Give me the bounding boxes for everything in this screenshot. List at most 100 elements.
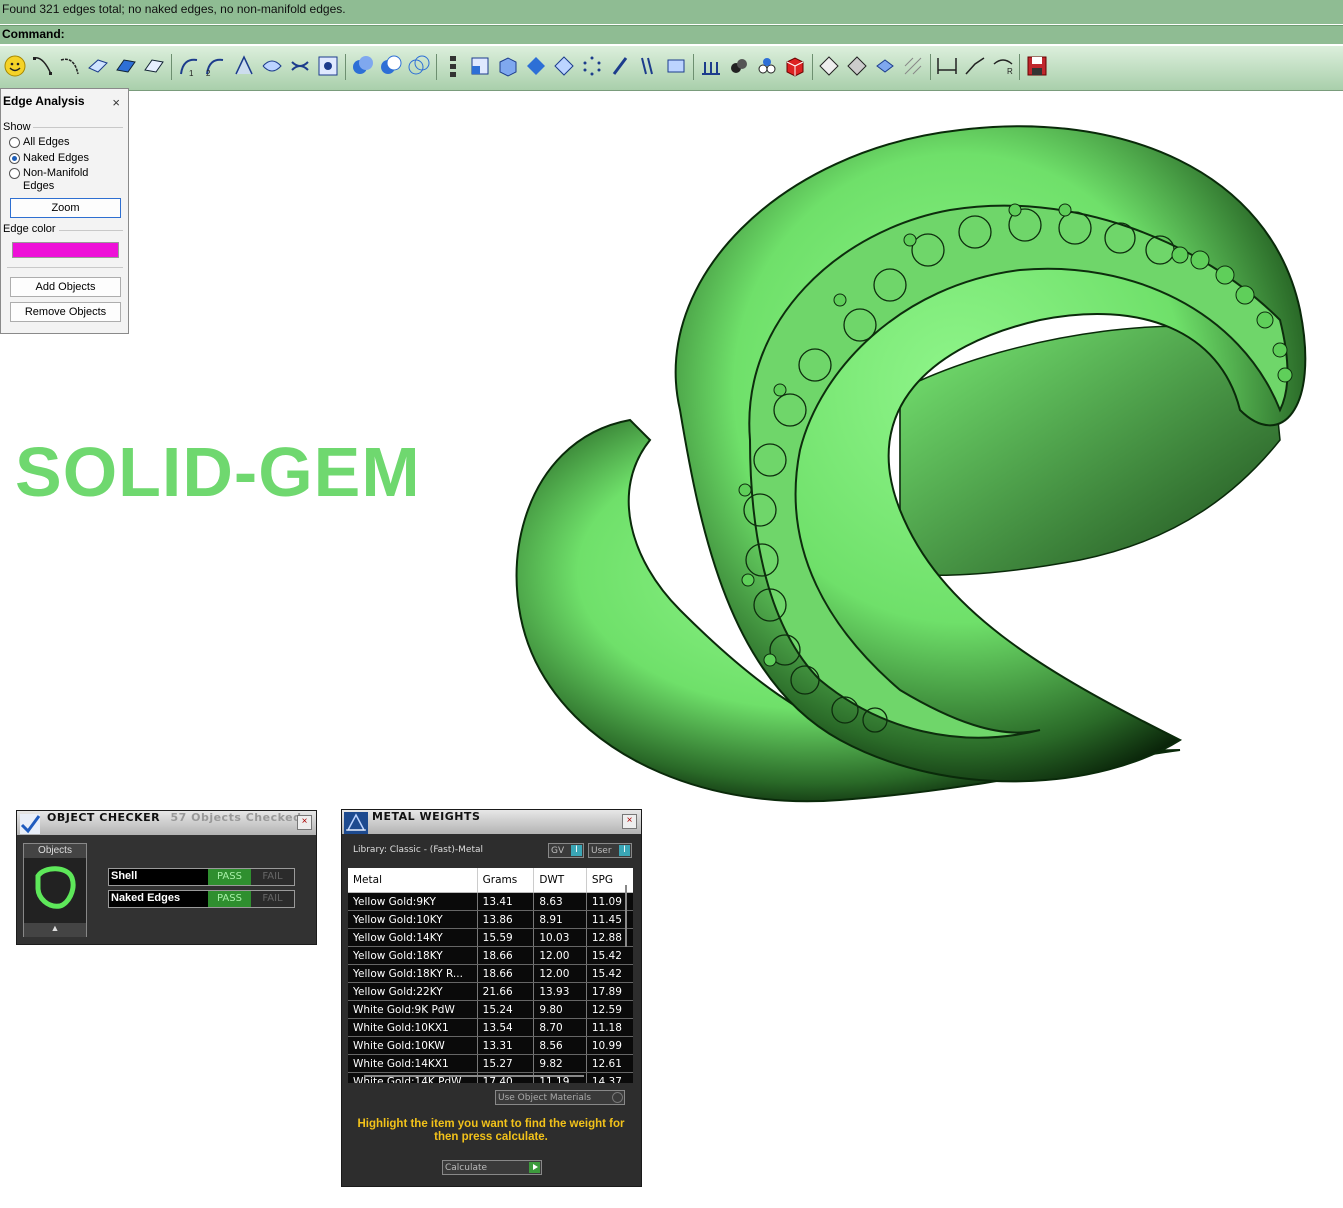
table-cell: 8.63 [533, 892, 587, 911]
surface-icon[interactable] [86, 54, 110, 78]
table-row[interactable]: Yellow Gold:18KY 18.66 12.00 15.42 [348, 946, 633, 965]
rail-icon[interactable]: 1 [177, 54, 201, 78]
command-prompt[interactable]: Command: [0, 25, 1343, 44]
table-cell: 11.18 [586, 1018, 633, 1037]
materials-select[interactable]: Use Object Materials [495, 1090, 625, 1105]
gem-cluster-icon[interactable] [727, 54, 751, 78]
table-cell: White Gold:10KW [348, 1036, 478, 1055]
table-cell: 15.42 [586, 964, 633, 983]
column-header[interactable]: DWT [533, 868, 587, 893]
box-3d-icon[interactable] [496, 54, 520, 78]
table-row[interactable]: White Gold:9K PdW 15.24 9.80 12.59 [348, 1000, 633, 1019]
table-cell: Yellow Gold:22KY [348, 982, 478, 1001]
radio-icon [9, 168, 20, 179]
box-icon[interactable] [468, 54, 492, 78]
gem-select-2-icon[interactable] [845, 54, 869, 78]
library-label: Library: Classic - (Fast)-Metal [353, 845, 484, 855]
user-toggle[interactable]: User I [588, 843, 632, 858]
column-header[interactable]: Metal [348, 868, 478, 893]
metal-weights-panel: METAL WEIGHTS × Library: Classic - (Fast… [341, 809, 642, 1187]
scroll-up-icon[interactable]: ▲ [24, 923, 86, 937]
plane-outline-icon[interactable] [142, 54, 166, 78]
table-row[interactable]: Yellow Gold:22KY 21.66 13.93 17.89 [348, 982, 633, 1001]
add-objects-button[interactable]: Add Objects [10, 277, 121, 297]
table-row[interactable]: Yellow Gold:18KY R... 18.66 12.00 15.42 [348, 964, 633, 983]
arc-curve-icon[interactable] [58, 54, 82, 78]
table-cell: 9.82 [533, 1054, 587, 1073]
metal-weights-header: METAL WEIGHTS × [342, 810, 641, 834]
table-row[interactable]: White Gold:14KX1 15.27 9.82 12.61 [348, 1054, 633, 1073]
table-cell: 9.80 [533, 1000, 587, 1019]
ring-model-icon[interactable] [480, 110, 1320, 830]
vertical-scrollbar[interactable] [625, 885, 627, 947]
render-cube-icon[interactable] [783, 54, 807, 78]
radio-naked-edges[interactable]: Naked Edges [9, 152, 89, 165]
array-icon[interactable] [441, 54, 465, 78]
horizontal-scrollbar[interactable] [364, 1075, 584, 1077]
plane-icon[interactable] [114, 54, 138, 78]
curve-icon[interactable] [31, 54, 55, 78]
check-name: Shell [111, 870, 138, 882]
table-row[interactable]: Yellow Gold:14KY 15.59 10.03 12.88 [348, 928, 633, 947]
radio-all-edges[interactable]: All Edges [9, 136, 69, 149]
table-cell: 15.27 [477, 1054, 535, 1073]
close-icon[interactable]: × [297, 815, 312, 830]
metal-weights-title: METAL WEIGHTS [372, 810, 481, 823]
pave-icon[interactable] [699, 54, 723, 78]
path-icon[interactable] [963, 54, 987, 78]
bezel-icon[interactable] [664, 54, 688, 78]
fail-badge: FAIL [251, 891, 294, 907]
close-icon[interactable]: × [112, 95, 120, 110]
remove-objects-button[interactable]: Remove Objects [10, 302, 121, 322]
gem-select-icon[interactable] [817, 54, 841, 78]
diamond-icon[interactable] [524, 54, 548, 78]
twist-icon[interactable] [288, 54, 312, 78]
table-row[interactable]: Yellow Gold:9KY 13.41 8.63 11.09 [348, 892, 633, 911]
table-row[interactable]: Yellow Gold:10KY 13.86 8.91 11.45 [348, 910, 633, 929]
dropdown-icon [612, 1092, 623, 1103]
curve-r-icon[interactable]: R [991, 54, 1015, 78]
column-header[interactable]: Grams [477, 868, 535, 893]
sweep-icon[interactable] [232, 54, 256, 78]
point-cloud-icon[interactable] [580, 54, 604, 78]
radio-icon [9, 137, 20, 148]
prong-icon[interactable] [636, 54, 660, 78]
ring-thumbnail-icon [35, 866, 76, 909]
edge-color-label: Edge color [3, 223, 56, 235]
command-label: Command: [2, 27, 65, 41]
save-icon[interactable] [1025, 54, 1049, 78]
boolean-union-icon[interactable] [351, 54, 375, 78]
dimension-icon[interactable] [935, 54, 959, 78]
smiley-icon[interactable] [3, 54, 27, 78]
boolean-intersect-icon[interactable] [407, 54, 431, 78]
gem-cutter-icon[interactable] [608, 54, 632, 78]
loft-icon[interactable] [260, 54, 284, 78]
gem-set-icon[interactable] [755, 54, 779, 78]
table-cell: 8.91 [533, 910, 587, 929]
project-icon[interactable] [316, 54, 340, 78]
boolean-difference-icon[interactable] [379, 54, 403, 78]
objects-thumbnail-box[interactable]: Objects ▲ [23, 843, 87, 937]
fail-badge: FAIL [251, 869, 294, 885]
close-icon[interactable]: × [622, 814, 637, 829]
radio-label: All Edges [23, 136, 70, 148]
grid-icon[interactable] [901, 54, 925, 78]
zoom-button[interactable]: Zoom [10, 198, 121, 218]
gv-toggle[interactable]: GV I [548, 843, 584, 858]
table-cell: 13.31 [477, 1036, 535, 1055]
table-cell: 8.70 [533, 1018, 587, 1037]
diamond-outline-icon[interactable] [552, 54, 576, 78]
calculate-button[interactable]: Calculate [442, 1160, 542, 1175]
gem-setting-icon[interactable] [873, 54, 897, 78]
edge-analysis-panel: Edge Analysis × Show All Edges Naked Edg… [0, 88, 129, 334]
radio-non-manifold-edges[interactable]: Non-Manifold Edges [9, 167, 88, 193]
table-cell: 13.54 [477, 1018, 535, 1037]
rail-2-icon[interactable]: 2 [203, 54, 227, 78]
svg-text:2: 2 [206, 69, 211, 78]
table-row[interactable]: White Gold:10KW 13.31 8.56 10.99 [348, 1036, 633, 1055]
edge-color-swatch[interactable] [12, 242, 119, 258]
table-row[interactable]: White Gold:10KX1 13.54 8.70 11.18 [348, 1018, 633, 1037]
metal-table-container[interactable]: Metal Grams DWT SPG Yellow Gold:9KY 13.41 8.6… [348, 868, 633, 1083]
main-toolbar: 1 2 R [0, 46, 1343, 91]
table-cell: 10.03 [533, 928, 587, 947]
